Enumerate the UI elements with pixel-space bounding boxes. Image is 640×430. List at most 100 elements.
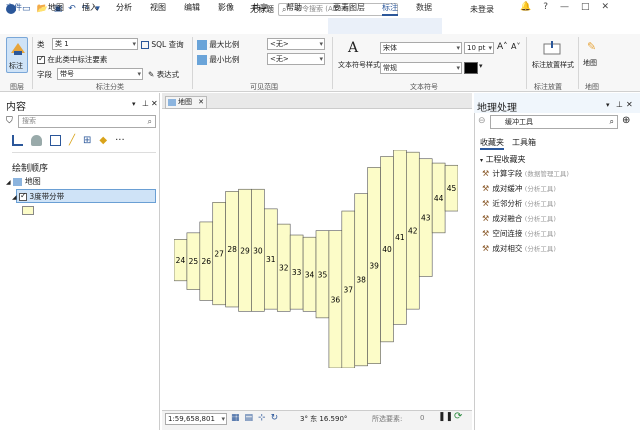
pane-menu-icon[interactable]: ▾ xyxy=(606,101,610,109)
pane-menu-icon[interactable]: ▾ xyxy=(132,100,136,108)
placement-icon xyxy=(543,41,561,55)
text-color-swatch[interactable] xyxy=(464,62,478,74)
filter-icon[interactable]: ⛉ xyxy=(6,116,13,126)
font-dropdown[interactable]: 宋体 xyxy=(380,42,462,54)
tab-labeling[interactable]: 标注 xyxy=(382,3,398,16)
close-icon[interactable]: ✕ xyxy=(151,99,158,108)
checkbox-checked[interactable] xyxy=(37,54,45,64)
decrease-font-icon[interactable]: A˅ xyxy=(511,42,520,51)
tool-item[interactable]: ⚒ 近邻分析 (分析工具) xyxy=(482,198,556,209)
selection-icon[interactable] xyxy=(50,135,61,146)
new-icon[interactable]: ▭ xyxy=(22,3,31,15)
tab-map-view[interactable]: 地图 ✕ xyxy=(165,96,207,109)
project-favorites-group[interactable]: ▾ 工程收藏夹 xyxy=(480,154,526,165)
close-button[interactable]: ✕ xyxy=(602,2,610,12)
tab-toolboxes[interactable]: 工具箱 xyxy=(512,137,536,148)
tool-item[interactable]: ⚒ 成对相交 (分析工具) xyxy=(482,243,556,254)
zone-label: 32 xyxy=(279,264,289,273)
zone-label: 42 xyxy=(408,227,418,236)
text-symbol-style-button[interactable]: A 文本符号样式 xyxy=(338,40,380,70)
snapping-icon[interactable]: ⊞ xyxy=(83,135,91,146)
scale-dropdown[interactable]: 1:59,658,801 xyxy=(165,413,227,425)
tab-share[interactable]: 共享 xyxy=(252,3,268,13)
more-options-icon[interactable]: ··· xyxy=(115,135,125,146)
min-scale-dropdown[interactable]: <无> xyxy=(267,53,325,65)
ribbon-separator xyxy=(192,37,193,89)
max-scale-dropdown[interactable]: <无> xyxy=(267,38,325,50)
collapse-icon[interactable]: ▾ xyxy=(480,157,483,164)
tab-insert[interactable]: 插入 xyxy=(82,3,98,13)
tab-imagery[interactable]: 影像 xyxy=(218,3,234,13)
class-dropdown[interactable]: 类 1 xyxy=(52,38,138,50)
layout-icon[interactable]: ▤ xyxy=(245,413,254,423)
zone-label: 40 xyxy=(382,245,392,254)
tab-feature-layer[interactable]: 要素图层 xyxy=(333,3,365,13)
editing-icon[interactable]: ╱ xyxy=(69,135,75,146)
tab-edit[interactable]: 编辑 xyxy=(184,3,200,13)
tool-item[interactable]: ⚒ 空间连接 (分析工具) xyxy=(482,228,556,239)
zone-label: 41 xyxy=(395,233,405,242)
geoprocessing-search-input[interactable]: 缓冲工具 ⌕ xyxy=(490,115,618,129)
labeling-icon[interactable]: ◆ xyxy=(99,135,107,146)
collapse-icon[interactable]: ◢ xyxy=(6,179,11,186)
undo-icon[interactable]: ↶ xyxy=(68,3,76,15)
tab-data[interactable]: 数据 xyxy=(416,3,432,13)
sql-query-button[interactable]: SQL 查询 xyxy=(141,39,184,50)
nav-icon[interactable]: ⊹ xyxy=(258,413,266,423)
tool-item[interactable]: ⚒ 成对融合 (分析工具) xyxy=(482,213,556,224)
tab-help[interactable]: 帮助 xyxy=(286,3,302,13)
tool-item[interactable]: ⚒ 计算字段 (数据管理工具) xyxy=(482,168,569,179)
user-status[interactable]: 未登录 xyxy=(470,4,494,15)
map-tree-item[interactable]: ◢ 地图 xyxy=(6,176,41,187)
rotate-icon[interactable]: ↻ xyxy=(271,413,279,423)
max-scale-button[interactable]: 最大比例 xyxy=(197,39,239,50)
close-tab-icon[interactable]: ✕ xyxy=(198,97,204,108)
label-in-class-checkbox[interactable]: 在此类中标注要素 xyxy=(37,54,107,65)
increase-font-icon[interactable]: A˄ xyxy=(497,42,508,52)
text-color-dropdown-icon[interactable]: ▾ xyxy=(479,62,487,74)
maximize-button[interactable]: □ xyxy=(581,2,590,12)
pin-icon[interactable]: ⊥ xyxy=(142,99,149,108)
tab-view[interactable]: 视图 xyxy=(150,3,166,13)
zone-label: 28 xyxy=(227,245,237,254)
data-source-icon[interactable] xyxy=(31,135,42,146)
contents-search-input[interactable]: 搜索 ⌕ xyxy=(18,115,156,128)
map-label-icon: ✎ xyxy=(587,40,597,53)
layer-symbol-swatch[interactable] xyxy=(22,206,34,215)
label-icon xyxy=(11,43,25,55)
help-button[interactable]: ? xyxy=(543,2,548,12)
field-dropdown[interactable]: 带号 xyxy=(57,68,143,80)
layer-visibility-checkbox[interactable] xyxy=(19,191,28,201)
back-icon[interactable]: ⊖ xyxy=(478,116,486,126)
font-style-dropdown[interactable]: 常规 xyxy=(380,62,462,74)
collapse-icon[interactable]: ◢ xyxy=(12,194,17,201)
tab-map[interactable]: 地图 xyxy=(48,3,64,13)
zone-label: 30 xyxy=(253,246,263,255)
add-icon[interactable]: ⊕ xyxy=(622,115,630,126)
map-label-button[interactable]: ✎ 地图 xyxy=(583,40,603,70)
zone-label: 39 xyxy=(369,262,379,271)
tab-favorites[interactable]: 收藏夹 xyxy=(480,137,504,150)
zone-label: 35 xyxy=(318,270,328,279)
close-icon[interactable]: ✕ xyxy=(626,100,633,109)
tab-file[interactable]: 文件 xyxy=(6,3,22,13)
sql-icon xyxy=(141,41,149,49)
refresh-icon[interactable]: ⟳ xyxy=(454,411,462,422)
expression-button[interactable]: ✎ 表达式 xyxy=(148,69,179,80)
drawing-order-icon[interactable] xyxy=(12,135,23,146)
label-toggle-button[interactable]: 标注 xyxy=(6,37,28,73)
hammer-icon: ⚒ xyxy=(482,199,490,208)
tab-analysis[interactable]: 分析 xyxy=(116,3,132,13)
font-size-dropdown[interactable]: 10 pt xyxy=(464,42,494,54)
tool-item[interactable]: ⚒ 成对缓冲 (分析工具) xyxy=(482,183,556,194)
bell-icon[interactable]: 🔔 xyxy=(520,2,531,12)
pin-icon[interactable]: ⊥ xyxy=(616,100,623,109)
class-label: 类 xyxy=(37,40,45,49)
min-scale-button[interactable]: 最小比例 xyxy=(197,54,239,65)
grid-icon[interactable]: ▦ xyxy=(231,413,240,423)
label-placement-style-button[interactable]: 标注放置样式 xyxy=(530,40,574,70)
pause-icon[interactable]: ❚❚ xyxy=(438,412,453,422)
minimize-button[interactable]: — xyxy=(560,2,569,12)
zone-map[interactable]: 24 25 2627 28 29 303132 33 34 35 3637383940414243… xyxy=(174,150,458,368)
open-icon[interactable]: 📂 xyxy=(37,3,48,15)
